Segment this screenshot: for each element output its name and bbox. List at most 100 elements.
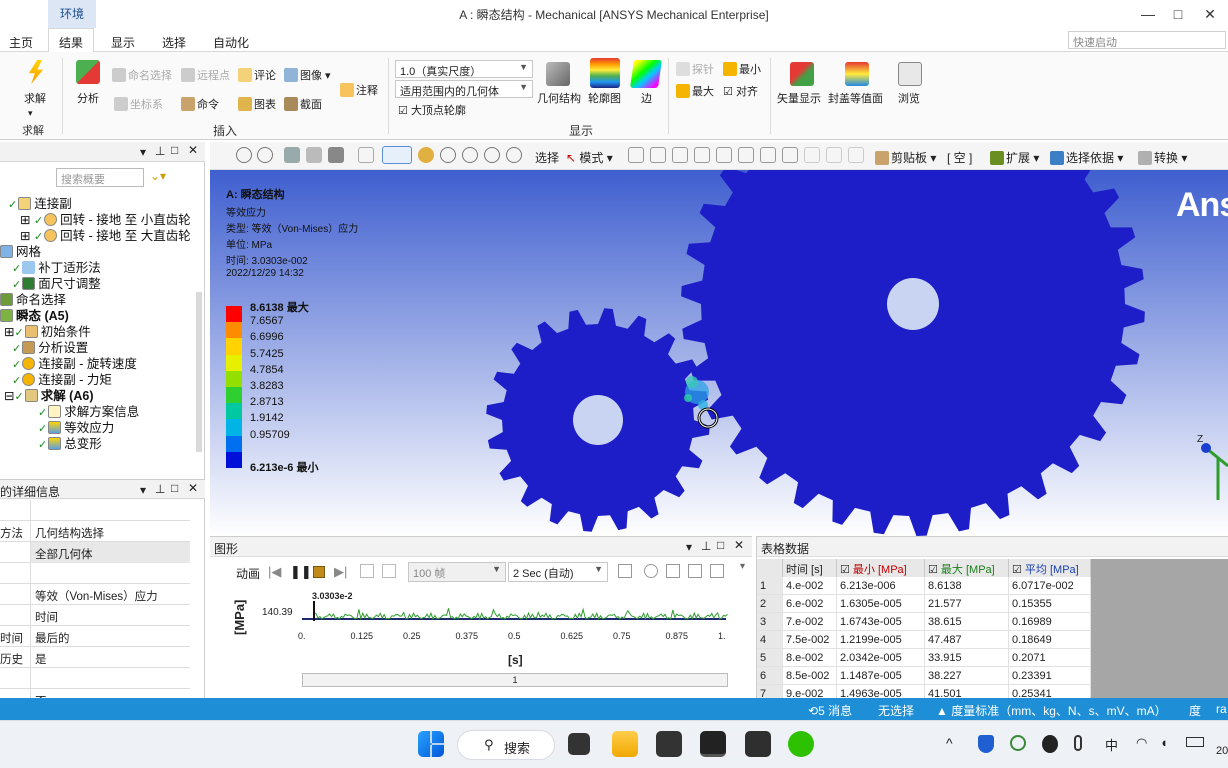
box-view-icon[interactable] <box>306 147 322 163</box>
details-value[interactable]: 几何结构选择 <box>30 521 190 542</box>
table-cell[interactable]: 0.18649 <box>1009 631 1091 649</box>
tab-display[interactable]: 显示 <box>111 34 135 54</box>
zoom-out-icon[interactable] <box>257 147 273 163</box>
extend-button[interactable]: 扩展 ▾ <box>990 149 1039 166</box>
table-cell[interactable]: 5 <box>757 649 783 667</box>
convert-button[interactable]: 转换 ▾ <box>1138 149 1187 166</box>
edges-icon[interactable] <box>630 60 662 88</box>
details-value[interactable] <box>30 668 190 689</box>
table-cell[interactable]: 33.915 <box>925 649 1009 667</box>
table-column-header[interactable]: ☑ 最大 [MPa] <box>925 559 1009 577</box>
max-button[interactable]: 最大 <box>676 83 714 99</box>
workbench-icon[interactable] <box>656 731 682 757</box>
analysis-button[interactable]: 分析 <box>77 90 99 106</box>
stop-icon[interactable] <box>313 566 325 578</box>
rad-status[interactable]: ra <box>1216 702 1227 716</box>
taskbar-search[interactable]: ⚲ 搜索 <box>457 730 555 760</box>
vector-display-button[interactable]: 矢量显示 <box>777 90 821 106</box>
checkbox-icon[interactable]: ☑ <box>1012 564 1025 576</box>
export-video-icon[interactable] <box>618 564 632 578</box>
rotate-icon[interactable] <box>382 146 412 164</box>
capped-isosurface-button[interactable]: 封盖等值面 <box>828 90 883 106</box>
table-column-header[interactable] <box>757 559 783 577</box>
select-mesh-icon[interactable] <box>760 147 776 163</box>
select-extra2-icon[interactable] <box>826 147 842 163</box>
table-cell[interactable]: 38.615 <box>925 613 1009 631</box>
pin-icon[interactable]: ⊥ <box>155 144 165 158</box>
close-icon[interactable]: ✕ <box>734 538 744 552</box>
details-value[interactable] <box>30 500 190 521</box>
table-cell[interactable]: 4.e-002 <box>783 577 837 595</box>
file-explorer-icon[interactable] <box>612 731 638 757</box>
select-face-icon[interactable] <box>672 147 688 163</box>
dropdown-icon[interactable]: ▾ <box>140 145 146 159</box>
table-cell[interactable]: 8.6138 <box>925 577 1009 595</box>
browse-icon[interactable] <box>898 62 922 86</box>
contour-button[interactable]: 轮廓图 <box>588 90 621 106</box>
table-cell[interactable]: 0.2071 <box>1009 649 1091 667</box>
details-row[interactable]: 时间 最后的 <box>0 626 190 647</box>
last-frame-icon[interactable]: ▶| <box>334 564 347 580</box>
table-cell[interactable]: 21.577 <box>925 595 1009 613</box>
checkbox-icon[interactable]: ☑ <box>928 564 941 576</box>
quick-launch-input[interactable]: 快速启动 <box>1068 31 1226 49</box>
graphics-viewport[interactable]: Z Ans A: 瞬态结构 等效应力 类型: 等效（Von-Mises）应力 单… <box>210 170 1228 536</box>
details-row[interactable]: 方法 几何结构选择 <box>0 521 190 542</box>
table-cell[interactable]: 6.e-002 <box>783 595 837 613</box>
table-cell[interactable]: 2 <box>757 595 783 613</box>
max-vertex-checkbox[interactable]: ☑ 大顶点轮廓 <box>398 102 466 118</box>
contour-icon[interactable] <box>590 58 620 88</box>
clock-text[interactable]: 20 <box>1216 745 1228 757</box>
graph-settings-icon[interactable] <box>688 564 702 578</box>
table-cell[interactable]: 47.487 <box>925 631 1009 649</box>
table-cell[interactable]: 1 <box>757 577 783 595</box>
time-slider[interactable]: 1 <box>302 673 728 687</box>
tab-results[interactable]: 结果 <box>48 28 95 53</box>
close-icon[interactable]: ✕ <box>188 481 198 495</box>
dropdown-icon[interactable]: ▾ <box>686 540 692 554</box>
table-cell[interactable]: 6.213e-006 <box>837 577 925 595</box>
security-shield-icon[interactable] <box>978 735 994 753</box>
window-icon[interactable] <box>358 147 374 163</box>
pin-icon[interactable]: ⊥ <box>701 539 711 553</box>
restore-icon[interactable]: □ <box>171 143 178 157</box>
table-cell[interactable]: 7.5e-002 <box>783 631 837 649</box>
vector-display-icon[interactable] <box>790 62 814 86</box>
select-by-button[interactable]: 选择依据 ▾ <box>1050 149 1123 166</box>
wireframe-icon[interactable] <box>328 147 344 163</box>
app-icon[interactable] <box>745 731 771 757</box>
select-vertex-icon[interactable] <box>628 147 644 163</box>
details-value[interactable] <box>30 563 190 584</box>
angle-status[interactable]: 度 <box>1189 702 1201 719</box>
table-column-header[interactable]: ☑ 平均 [MPa] <box>1009 559 1091 577</box>
pause-icon[interactable]: ❚❚ <box>290 564 312 580</box>
section-button[interactable]: 截面 <box>284 96 322 112</box>
chevron-down-icon[interactable]: ▾ <box>28 108 33 119</box>
annotation-button[interactable]: 注释 <box>340 82 378 98</box>
table-cell[interactable]: 2.0342e-005 <box>837 649 925 667</box>
table-cell[interactable]: 0.23391 <box>1009 667 1091 685</box>
table-cell[interactable]: 3 <box>757 613 783 631</box>
task-view-icon[interactable] <box>568 733 590 755</box>
wifi-icon[interactable]: ◠ <box>1136 735 1147 751</box>
command-button[interactable]: 命令 <box>181 96 219 112</box>
select-extra3-icon[interactable] <box>848 147 864 163</box>
table-cell[interactable]: 8.5e-002 <box>783 667 837 685</box>
select-element-face-icon[interactable] <box>782 147 798 163</box>
select-body-icon[interactable] <box>694 147 710 163</box>
details-row[interactable]: 全部几何体 <box>0 542 190 563</box>
checkbox-icon[interactable]: ☑ <box>840 564 853 576</box>
frames-dropdown[interactable]: 100 帧 ▼ <box>408 562 506 582</box>
clipboard-button[interactable]: 剪贴板 ▾ <box>875 149 936 166</box>
select-extra-icon[interactable] <box>804 147 820 163</box>
details-value[interactable]: 最后的 <box>30 626 190 647</box>
browse-button[interactable]: 浏览 <box>898 90 920 106</box>
details-row[interactable]: 时间 <box>0 605 190 626</box>
zoom-graph-icon[interactable] <box>644 564 658 578</box>
maximize-icon[interactable]: □ <box>1168 4 1188 24</box>
table-cell[interactable]: 1.6305e-005 <box>837 595 925 613</box>
table-cell[interactable]: 0.15355 <box>1009 595 1091 613</box>
dropdown-icon[interactable]: ▾ <box>140 483 146 497</box>
details-value[interactable]: 全部几何体 <box>30 542 190 563</box>
table-cell[interactable]: 8.e-002 <box>783 649 837 667</box>
